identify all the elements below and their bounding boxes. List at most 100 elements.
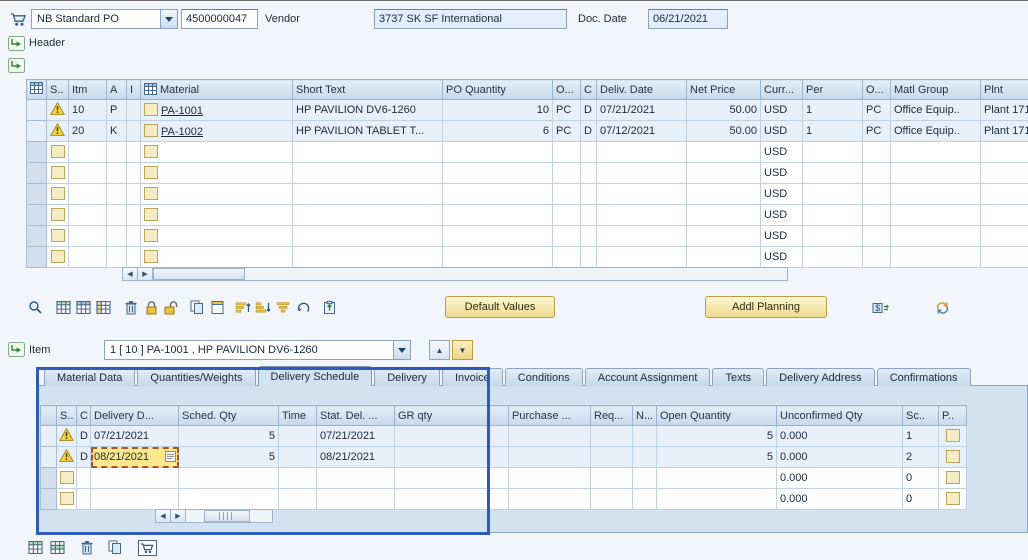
copy-schedule-line-button[interactable] [46, 537, 68, 558]
itm-cell[interactable] [69, 247, 107, 268]
purchase-cell[interactable] [509, 468, 591, 489]
matl-group-cell[interactable]: Office Equip.. [891, 121, 981, 142]
date-cat-cell[interactable] [581, 184, 597, 205]
n-cell[interactable] [633, 468, 657, 489]
col-c[interactable]: C [77, 406, 91, 426]
acct-cat-cell[interactable] [107, 184, 127, 205]
row-select-cell[interactable] [27, 163, 47, 184]
col-itm[interactable]: Itm [69, 80, 107, 100]
short-text-cell[interactable]: HP PAVILION TABLET T... [293, 121, 443, 142]
tab-conditions[interactable]: Conditions [505, 368, 583, 386]
schedule-hscrollbar[interactable]: ◀ ▶ [155, 509, 273, 523]
time-cell[interactable] [279, 468, 317, 489]
order-unit-cell[interactable] [553, 163, 581, 184]
plant-cell[interactable] [981, 247, 1028, 268]
schedule-select-all-header[interactable] [41, 406, 57, 426]
col-short-text[interactable]: Short Text [293, 80, 443, 100]
date-cat-cell[interactable]: D [77, 426, 91, 447]
tab-delivery-schedule[interactable]: Delivery Schedule [258, 366, 373, 386]
col-p[interactable]: P.. [939, 406, 967, 426]
itm-cell[interactable]: 20 [69, 121, 107, 142]
price-unit-cell[interactable]: PC [863, 100, 891, 121]
date-cat-cell[interactable] [581, 205, 597, 226]
scroll-right-button[interactable]: ▶ [171, 510, 186, 522]
date-cat-cell[interactable] [581, 142, 597, 163]
document-overview-button[interactable] [7, 9, 29, 30]
row-select-cell[interactable] [41, 468, 57, 489]
unconfirmed-qty-cell[interactable]: 0.000 [777, 468, 903, 489]
unconfirmed-qty-cell[interactable]: 0.000 [777, 447, 903, 468]
col-matl-group[interactable]: Matl Group [891, 80, 981, 100]
order-unit-cell[interactable] [553, 226, 581, 247]
tab-texts[interactable]: Texts [712, 368, 764, 386]
price-unit-cell[interactable] [863, 184, 891, 205]
col-delivery-date[interactable]: Delivery D... [91, 406, 179, 426]
per-cell[interactable] [803, 247, 863, 268]
page-button[interactable] [206, 297, 228, 318]
unconfirmed-qty-cell[interactable]: 0.000 [777, 489, 903, 510]
row-select-cell[interactable] [27, 205, 47, 226]
addl-planning-button[interactable]: Addl Planning [705, 296, 827, 318]
short-text-cell[interactable] [293, 247, 443, 268]
col-price-unit[interactable]: O... [863, 80, 891, 100]
price-unit-cell[interactable] [863, 142, 891, 163]
net-price-cell[interactable] [687, 163, 761, 184]
order-unit-cell[interactable]: PC [553, 121, 581, 142]
status-cell[interactable] [57, 468, 77, 489]
acct-cat-cell[interactable]: K [107, 121, 127, 142]
gr-qty-cell[interactable] [395, 426, 509, 447]
vendor-field[interactable] [374, 9, 567, 29]
per-cell[interactable] [803, 205, 863, 226]
po-quantity-cell[interactable] [443, 226, 553, 247]
info-cell[interactable] [127, 226, 141, 247]
itm-cell[interactable] [69, 205, 107, 226]
order-unit-cell[interactable] [553, 184, 581, 205]
po-quantity-cell[interactable] [443, 247, 553, 268]
price-unit-cell[interactable]: PC [863, 121, 891, 142]
acct-cat-cell[interactable] [107, 205, 127, 226]
status-cell[interactable] [57, 447, 77, 468]
short-text-cell[interactable] [293, 184, 443, 205]
curr-cell[interactable]: USD [761, 184, 803, 205]
stat-del-date-cell[interactable] [317, 468, 395, 489]
add-schedule-line-button[interactable] [24, 537, 46, 558]
matl-group-cell[interactable] [891, 142, 981, 163]
material-cell[interactable] [141, 184, 293, 205]
time-cell[interactable] [279, 447, 317, 468]
stat-del-date-cell[interactable] [317, 489, 395, 510]
deliv-date-cell[interactable] [597, 184, 687, 205]
purchase-cell[interactable] [509, 489, 591, 510]
col-material[interactable]: Material [141, 80, 293, 100]
sc-cell[interactable]: 1 [903, 426, 939, 447]
sched-qty-cell[interactable]: 5 [179, 426, 279, 447]
plant-cell[interactable]: Plant 171 [981, 100, 1028, 121]
material-cell[interactable]: PA-1001 [141, 100, 293, 121]
tab-confirmations[interactable]: Confirmations [877, 368, 971, 386]
status-cell[interactable] [47, 247, 69, 268]
price-unit-cell[interactable] [863, 205, 891, 226]
overview-hscrollbar[interactable]: ◀ ▶ [122, 267, 788, 281]
net-price-cell[interactable] [687, 184, 761, 205]
matl-group-cell[interactable] [891, 163, 981, 184]
per-cell[interactable] [803, 184, 863, 205]
col-per[interactable]: Per [803, 80, 863, 100]
delivery-date-cell[interactable] [91, 468, 179, 489]
col-status[interactable]: S.. [47, 80, 69, 100]
unlock-button[interactable] [160, 297, 182, 318]
info-cell[interactable] [127, 163, 141, 184]
p-cell[interactable] [939, 447, 967, 468]
date-cat-cell[interactable] [77, 468, 91, 489]
scroll-right-button[interactable]: ▶ [138, 268, 153, 280]
price-unit-cell[interactable] [863, 163, 891, 184]
curr-cell[interactable]: USD [761, 226, 803, 247]
n-cell[interactable] [633, 447, 657, 468]
po-quantity-cell[interactable] [443, 142, 553, 163]
col-open-quantity[interactable]: Open Quantity [657, 406, 777, 426]
drag-copy-icon[interactable] [165, 451, 176, 462]
deliv-date-cell[interactable] [597, 205, 687, 226]
open-quantity-cell[interactable] [657, 489, 777, 510]
deliv-date-cell[interactable] [597, 247, 687, 268]
schedule-cart-button[interactable] [136, 537, 158, 558]
row-select-cell[interactable] [41, 426, 57, 447]
plant-cell[interactable] [981, 184, 1028, 205]
